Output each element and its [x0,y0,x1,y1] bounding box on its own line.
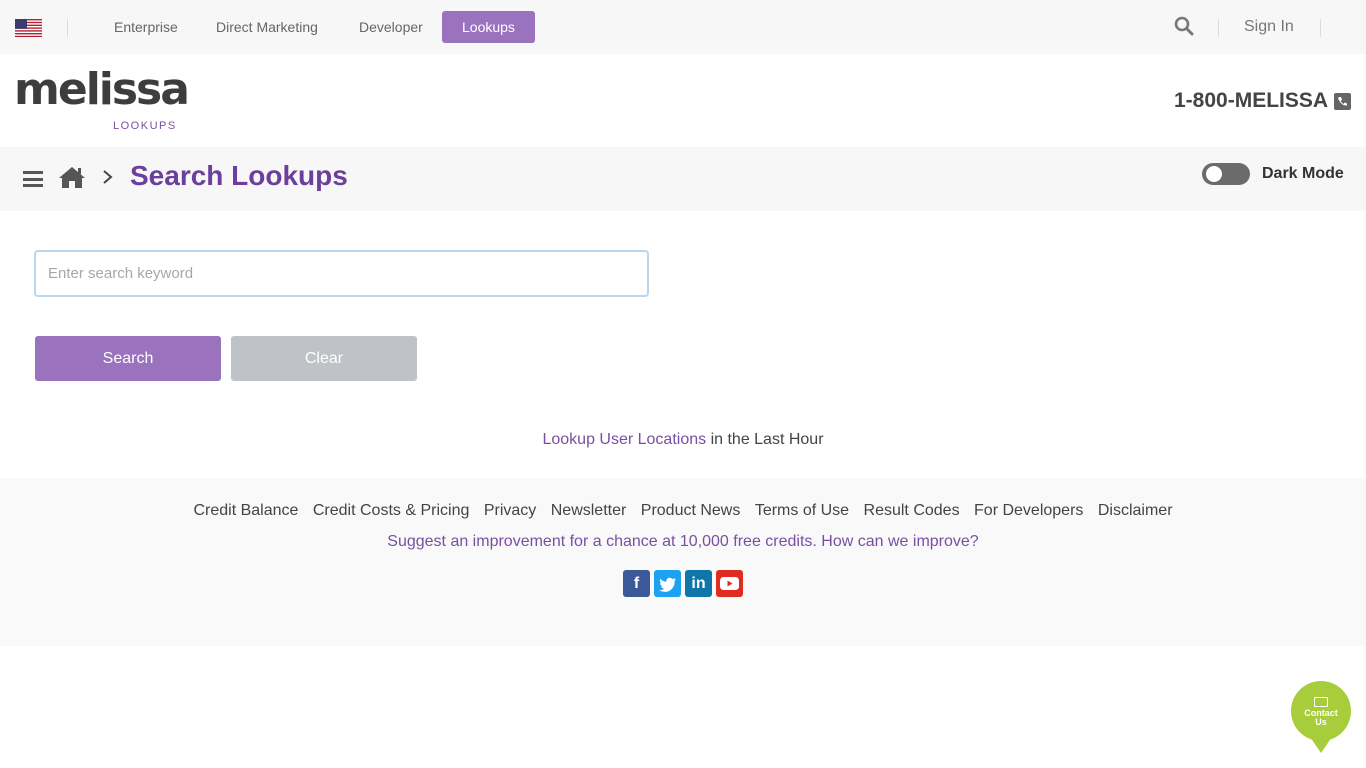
footer-link-terms[interactable]: Terms of Use [755,502,849,519]
footer-link-result-codes[interactable]: Result Codes [864,502,960,519]
search-button[interactable]: Search [35,336,221,381]
contact-label-line2: Us [1315,717,1327,727]
footer-link-newsletter[interactable]: Newsletter [551,502,627,519]
mail-icon [1314,697,1328,707]
facebook-icon[interactable]: f [623,570,650,597]
page-title: Search Lookups [130,160,348,191]
site-footer: Credit Balance Credit Costs & Pricing Pr… [0,478,1366,646]
clear-button[interactable]: Clear [231,336,417,381]
footer-links: Credit Balance Credit Costs & Pricing Pr… [0,502,1366,520]
linkedin-icon[interactable]: in [685,570,712,597]
top-navigation: Enterprise Direct Marketing Developer Lo… [0,0,1366,54]
footer-link-credit-balance[interactable]: Credit Balance [193,502,298,519]
social-links: f in [623,570,747,598]
search-icon[interactable] [1174,16,1194,36]
nav-divider [67,19,68,37]
logo-subtitle: LOOKUPS [113,120,177,132]
nav-divider [1218,19,1219,37]
nav-enterprise[interactable]: Enterprise [94,11,198,43]
site-header: melissa LOOKUPS 1-800-MELISSA [0,54,1366,147]
dark-mode-label: Dark Mode [1262,165,1344,182]
contact-us-button[interactable]: Contact Us [1291,681,1351,741]
sign-in-link[interactable]: Sign In [1244,18,1294,36]
us-flag-icon[interactable] [15,19,42,37]
footer-link-credit-costs[interactable]: Credit Costs & Pricing [313,502,470,519]
nav-divider [1320,19,1321,37]
menu-icon[interactable] [23,171,43,187]
nav-lookups[interactable]: Lookups [442,11,535,43]
phone-number[interactable]: 1-800-MELISSA [1174,89,1328,113]
footer-link-privacy[interactable]: Privacy [484,502,536,519]
home-icon[interactable] [58,165,86,189]
footer-link-disclaimer[interactable]: Disclaimer [1098,502,1173,519]
breadcrumb-bar: Search Lookups Dark Mode [0,147,1366,211]
lookup-user-locations-link[interactable]: Lookup User Locations [542,431,706,448]
suggest-improvement-link[interactable]: Suggest an improvement for a chance at 1… [0,533,1366,551]
user-locations-line: Lookup User Locations in the Last Hour [0,431,1366,449]
toggle-knob [1206,166,1222,182]
youtube-icon[interactable] [716,570,743,597]
locations-suffix: in the Last Hour [706,431,824,448]
phone-icon[interactable] [1334,93,1351,110]
melissa-logo[interactable]: melissa [14,64,190,116]
nav-direct-marketing[interactable]: Direct Marketing [196,11,338,43]
footer-link-product-news[interactable]: Product News [641,502,741,519]
nav-developer[interactable]: Developer [339,11,443,43]
twitter-icon[interactable] [654,570,681,597]
footer-link-developers[interactable]: For Developers [974,502,1083,519]
dark-mode-toggle[interactable] [1202,163,1250,185]
chevron-right-icon [101,167,115,187]
search-keyword-input[interactable] [34,250,649,297]
